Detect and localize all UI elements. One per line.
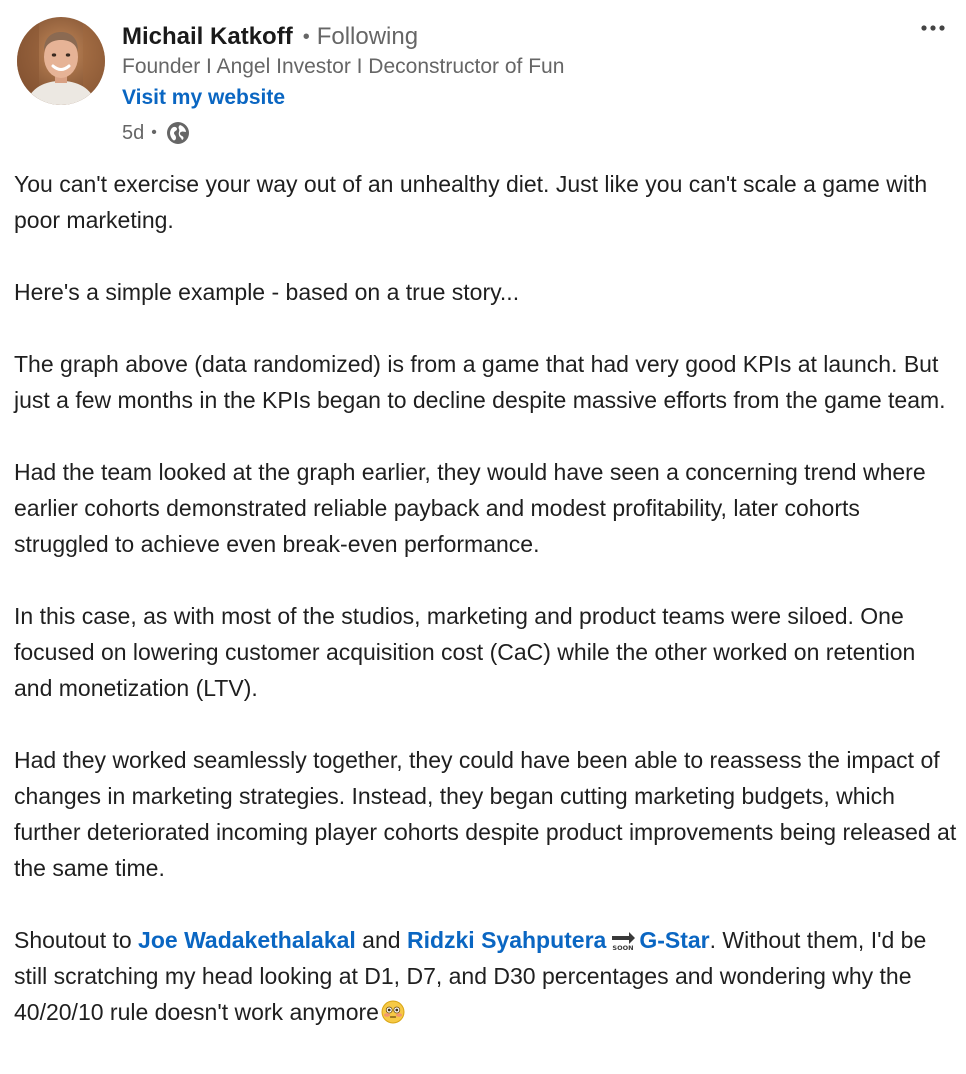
more-options-button[interactable] [918, 14, 948, 42]
post-paragraph: Had they worked seamlessly together, the… [14, 747, 957, 881]
mention-name: Ridzki Syahputera [406, 927, 607, 953]
follow-status: Following [316, 23, 419, 50]
author-headline: Founder I Angel Investor I Deconstructor… [122, 55, 565, 78]
shoutout-paragraph: Shoutout to Joe Wadakethalakal and Ridzk… [14, 922, 959, 1030]
mention-company: G-Star [639, 927, 710, 953]
post-time[interactable]: 5d [122, 122, 144, 145]
post-paragraph: Had the team looked at the graph earlier… [14, 459, 926, 557]
post-meta: 5d • [122, 119, 191, 147]
post-paragraph: Here's a simple example - based on a tru… [14, 279, 520, 305]
meta-separator: • [151, 124, 157, 141]
soon-arrow-icon: SOON [609, 925, 637, 952]
post-paragraph: You can't exercise your way out of an un… [14, 171, 928, 233]
website-link[interactable]: Visit my website [122, 86, 285, 110]
post-paragraph: The graph above (data randomized) is fro… [14, 351, 946, 413]
post-body: You can't exercise your way out of an un… [14, 166, 959, 1030]
svg-text:SOON: SOON [613, 944, 634, 951]
post-header: Michail Katkoff • Following Founder I An… [0, 0, 966, 160]
author-name-row: Michail Katkoff • Following [122, 20, 418, 54]
name-separator: • [302, 25, 310, 48]
author-name[interactable]: Michail Katkoff [122, 23, 293, 51]
more-options-icon [921, 25, 945, 31]
mention-ridzki-syahputera[interactable]: Ridzki Syahputera SOON G-Star [407, 927, 710, 953]
avatar-photo [17, 17, 105, 105]
flushed-face-icon [381, 998, 405, 1024]
post-paragraph: In this case, as with most of the studio… [14, 603, 916, 701]
author-avatar[interactable] [17, 17, 105, 105]
shoutout-connector: and [355, 927, 407, 953]
mention-joe-wadakethalakal[interactable]: Joe Wadakethalakal [138, 927, 356, 953]
globe-icon [165, 120, 191, 146]
shoutout-prefix: Shoutout to [14, 927, 139, 953]
